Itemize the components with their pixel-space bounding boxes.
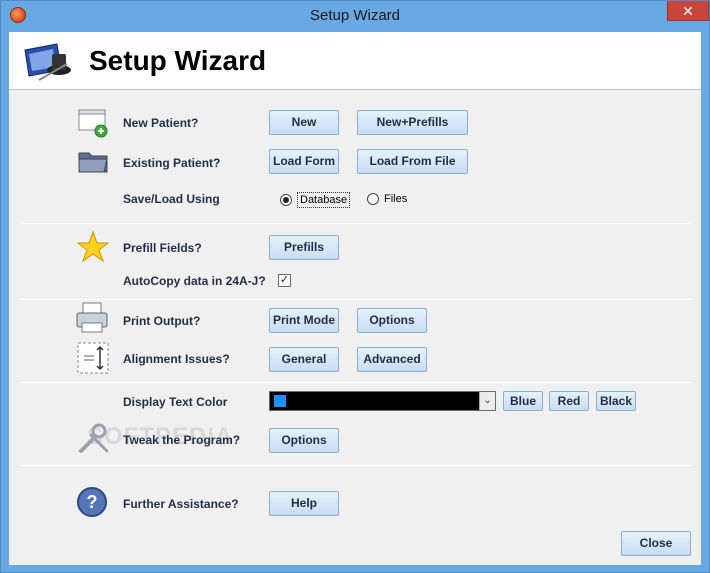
radio-database-indicator[interactable] [280,194,292,206]
autocopy-label: AutoCopy data in 24A-J? [123,274,266,288]
print-options-button[interactable]: Options [357,308,427,333]
separator [21,299,691,300]
help-button[interactable]: Help [269,491,339,516]
window-close-button[interactable]: ✕ [667,1,709,21]
wizard-heading: Setup Wizard [89,45,267,76]
print-output-label: Print Output? [123,314,201,328]
wizard-content: New Patient? New New+Prefills Existing P… [9,90,701,565]
title-bar[interactable]: Setup Wizard ✕ [1,1,709,31]
general-button[interactable]: General [269,347,339,372]
folder-icon [78,152,108,173]
separator [21,382,691,383]
alignment-issues-label: Alignment Issues? [123,352,230,366]
window-title: Setup Wizard [309,7,401,24]
color-swatch [274,395,286,407]
display-text-color-label: Display Text Color [123,395,228,409]
tweak-program-label: Tweak the Program? [123,433,241,447]
prefills-button[interactable]: Prefills [269,235,339,260]
existing-patient-label: Existing Patient? [123,156,221,170]
blue-button[interactable]: Blue [503,391,543,411]
star-icon [76,230,110,263]
wizard-header: Setup Wizard [9,32,701,90]
tweak-options-button[interactable]: Options [269,428,339,453]
radio-files-indicator[interactable] [367,193,379,205]
autocopy-checkbox[interactable]: ✓ [278,274,291,287]
further-assistance-label: Further Assistance? [123,497,239,511]
help-icon: ? [77,487,107,517]
load-from-file-button[interactable]: Load From File [357,149,468,174]
new-button[interactable]: New [269,110,339,135]
advanced-button[interactable]: Advanced [357,347,427,372]
black-button[interactable]: Black [596,391,636,411]
setup-wizard-window: Setup Wizard ✕ Setup Wizard New Patient?… [0,0,710,573]
new-prefills-button[interactable]: New+Prefills [357,110,468,135]
radio-database[interactable]: Database [280,192,351,208]
red-button[interactable]: Red [549,391,589,411]
radio-files[interactable]: Files [367,193,407,205]
print-mode-button[interactable]: Print Mode [269,308,339,333]
text-color-select[interactable]: ⌄ [269,391,496,411]
save-load-label: Save/Load Using [123,192,220,206]
radio-files-label: Files [384,193,408,205]
printer-icon [76,302,108,333]
close-button[interactable]: Close [621,531,691,556]
alignment-icon [77,342,109,374]
radio-database-label: Database [297,192,351,208]
tools-icon [79,423,109,453]
separator [21,223,691,224]
new-patient-label: New Patient? [123,116,199,130]
load-form-button[interactable]: Load Form [269,149,339,174]
separator [21,465,691,466]
svg-text:?: ? [87,492,98,512]
chevron-down-icon[interactable]: ⌄ [479,392,495,410]
wizard-hat-icon [24,43,71,81]
prefill-fields-label: Prefill Fields? [123,241,202,255]
new-document-icon [78,109,108,138]
